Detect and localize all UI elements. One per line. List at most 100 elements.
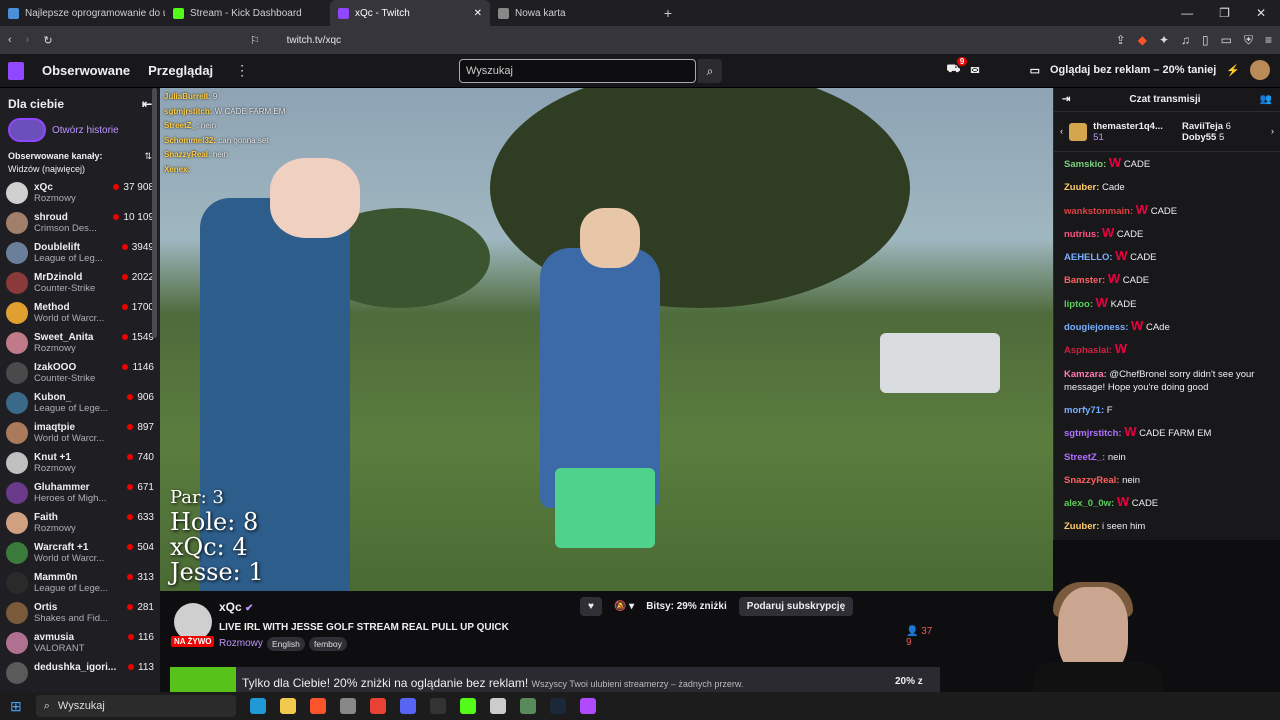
file-explorer-icon[interactable] xyxy=(279,698,296,714)
whispers-icon[interactable]: ✉ xyxy=(970,64,979,77)
chat-username[interactable]: Zuuber: xyxy=(1064,521,1099,532)
twitch-logo-icon[interactable] xyxy=(8,61,24,80)
windows-start-icon[interactable]: ⊞ xyxy=(10,698,22,715)
chat-username[interactable]: dougiejoness: xyxy=(1064,322,1128,333)
search-icon[interactable]: ⌕ xyxy=(698,59,722,83)
chat-username[interactable]: nutrius: xyxy=(1064,229,1099,240)
reload-icon[interactable]: ↻ xyxy=(43,34,52,47)
sidebar-channel[interactable]: Knut +1 Rozmowy 740 xyxy=(0,450,160,480)
prime-icon[interactable]: ▭ xyxy=(1030,64,1040,77)
forward-icon[interactable]: › xyxy=(26,34,30,46)
stories-row[interactable]: Otwórz historie xyxy=(0,115,160,145)
sidebar-channel[interactable]: Method World of Warcr... 1700 xyxy=(0,300,160,330)
sort-label[interactable]: Widzów (najwięcej) xyxy=(0,162,160,180)
chat-message[interactable]: AEHELLO: W CADE xyxy=(1064,249,1270,264)
chat-message[interactable]: liptoo: W KADE xyxy=(1064,296,1270,311)
sort-icon[interactable]: ⇅ xyxy=(144,151,152,162)
back-icon[interactable]: ‹ xyxy=(8,34,12,46)
brave-icon[interactable] xyxy=(309,698,326,714)
ad-free-button[interactable]: Oglądaj bez reklam – 20% taniej xyxy=(1050,64,1216,76)
brave-shield-icon[interactable]: ◆ xyxy=(1138,33,1147,48)
followed-link[interactable]: Obserwowane xyxy=(42,63,130,78)
sidebar-channel[interactable]: xQc Rozmowy 37 908 xyxy=(0,180,160,210)
next-icon[interactable]: › xyxy=(1271,126,1274,137)
close-window-icon[interactable]: ✕ xyxy=(1256,6,1266,20)
menu-icon[interactable]: ≡ xyxy=(1265,33,1272,48)
prev-icon[interactable]: ‹ xyxy=(1060,126,1063,137)
chat-username[interactable]: Samskio: xyxy=(1064,159,1106,170)
browser-tab-3[interactable]: xQc - Twitch ✕ xyxy=(330,0,490,26)
collapse-chat-icon[interactable]: ⇥ xyxy=(1062,94,1070,105)
chat-username[interactable]: Bamster: xyxy=(1064,275,1105,286)
chat-username[interactable]: Asphaslai: xyxy=(1064,345,1112,356)
chat-message[interactable]: Bamster: W CADE xyxy=(1064,272,1270,287)
sidebar-channel[interactable]: Warcraft +1 World of Warcr... 504 xyxy=(0,540,160,570)
sidebar-toggle-icon[interactable]: ▯ xyxy=(1202,33,1209,48)
sidebar-channel[interactable]: Doublelift League of Leg... 3949 xyxy=(0,240,160,270)
chat-username[interactable]: Zuuber: xyxy=(1064,182,1099,193)
discord-icon[interactable] xyxy=(399,698,416,714)
app-icon[interactable] xyxy=(579,698,596,714)
close-tab-icon[interactable]: ✕ xyxy=(474,8,482,19)
chrome-icon[interactable] xyxy=(369,698,386,714)
search-input[interactable]: Wyszukaj xyxy=(459,59,696,83)
new-tab-icon[interactable]: + xyxy=(655,5,681,21)
chat-message[interactable]: Asphaslai: W xyxy=(1064,342,1270,357)
chat-username[interactable]: liptoo: xyxy=(1064,299,1093,310)
vpn-icon[interactable]: ⛨ xyxy=(1244,33,1253,48)
app-icon[interactable] xyxy=(489,698,506,714)
tag-english[interactable]: English xyxy=(267,637,305,651)
app-icon[interactable] xyxy=(519,698,536,714)
sidebar-channel[interactable]: shroud Crimson Des... 10 109 xyxy=(0,210,160,240)
sidebar-channel[interactable]: Kubon_ League of Lege... 906 xyxy=(0,390,160,420)
chat-message[interactable]: nutrius: W CADE xyxy=(1064,226,1270,241)
browser-tab-1[interactable]: Najlepsze oprogramowanie do ulepsz xyxy=(0,0,165,26)
chat-users-icon[interactable]: 👥 xyxy=(1260,94,1272,105)
tag-femboy[interactable]: femboy xyxy=(309,637,347,651)
chat-message[interactable]: Zuuber: i seen him xyxy=(1064,518,1270,533)
chat-message[interactable]: StreetZ_: nein xyxy=(1064,449,1270,464)
restore-icon[interactable]: ❐ xyxy=(1219,6,1230,20)
bits-button[interactable]: Bitsy: 29% zniżki xyxy=(646,601,727,612)
obs-icon[interactable] xyxy=(429,698,446,714)
chat-username[interactable]: wankstonmain: xyxy=(1064,206,1133,217)
sidebar-channel[interactable]: Sweet_Anita Rozmowy 1549 xyxy=(0,330,160,360)
sidebar-channel[interactable]: Ortis Shakes and Fid... 281 xyxy=(0,600,160,630)
minimize-icon[interactable]: — xyxy=(1181,6,1193,20)
sidebar-channel[interactable]: imaqtpie World of Warcr... 897 xyxy=(0,420,160,450)
sidebar-channel[interactable]: dedushka_igori... 113 xyxy=(0,660,160,690)
chat-message[interactable]: alex_0_0w: W CADE xyxy=(1064,495,1270,510)
notifications-icon[interactable]: ⛟ 9 xyxy=(947,57,968,77)
chat-username[interactable]: Kamzara: xyxy=(1064,369,1107,380)
app-icon[interactable] xyxy=(339,698,356,714)
sidebar-channel[interactable]: avmusia VALORANT 116 xyxy=(0,630,160,660)
chat-username[interactable]: alex_0_0w: xyxy=(1064,498,1114,509)
sidebar-channel[interactable]: Mamm0n League of Lege... 313 xyxy=(0,570,160,600)
chat-message[interactable]: morfy71: F xyxy=(1064,402,1270,417)
taskbar-search[interactable]: ⌕ Wyszukaj xyxy=(35,695,236,717)
chat-username[interactable]: StreetZ_: xyxy=(1064,452,1105,463)
collapse-sidebar-icon[interactable]: ⇤ xyxy=(142,97,152,111)
video-player[interactable]: JuliaBurrell: 9 sgtmjrstitch: W CADE FARM… xyxy=(160,88,1053,591)
stream-category[interactable]: Rozmowy xyxy=(219,638,263,649)
chat-username[interactable]: SnazzyReal: xyxy=(1064,475,1119,486)
extension-icon[interactable]: ✦ xyxy=(1159,33,1169,48)
chat-username[interactable]: morfy71: xyxy=(1064,405,1104,416)
wallet-icon[interactable]: ▭ xyxy=(1221,33,1232,48)
browser-tab-4[interactable]: Nowa karta xyxy=(490,0,655,26)
sidebar-scrollbar[interactable] xyxy=(152,88,157,338)
sidebar-channel[interactable]: Gluhammer Heroes of Migh... 671 xyxy=(0,480,160,510)
chat-message[interactable]: Samskio: W CADE xyxy=(1064,156,1270,171)
ad-free-promo[interactable]: Tylko dla Ciebie! 20% zniżki na oglądani… xyxy=(170,667,940,692)
chat-message[interactable]: Zuuber: Cade xyxy=(1064,179,1270,194)
open-stories-link[interactable]: Otwórz historie xyxy=(52,125,119,136)
browser-tab-2[interactable]: Stream - Kick Dashboard xyxy=(165,0,330,26)
steam-icon[interactable] xyxy=(549,698,566,714)
follow-heart-icon[interactable]: ♥ xyxy=(580,597,602,616)
user-avatar[interactable] xyxy=(1250,60,1270,80)
notifications-off-icon[interactable]: 🔕 ▾ xyxy=(614,601,634,612)
sidebar-channel[interactable]: Faith Rozmowy 633 xyxy=(0,510,160,540)
gift-sub-button[interactable]: Podaruj subskrypcję xyxy=(738,597,854,616)
url-text[interactable]: twitch.tv/xqc xyxy=(287,35,341,46)
sidebar-channel[interactable]: MrDzinold Counter-Strike 2022 xyxy=(0,270,160,300)
